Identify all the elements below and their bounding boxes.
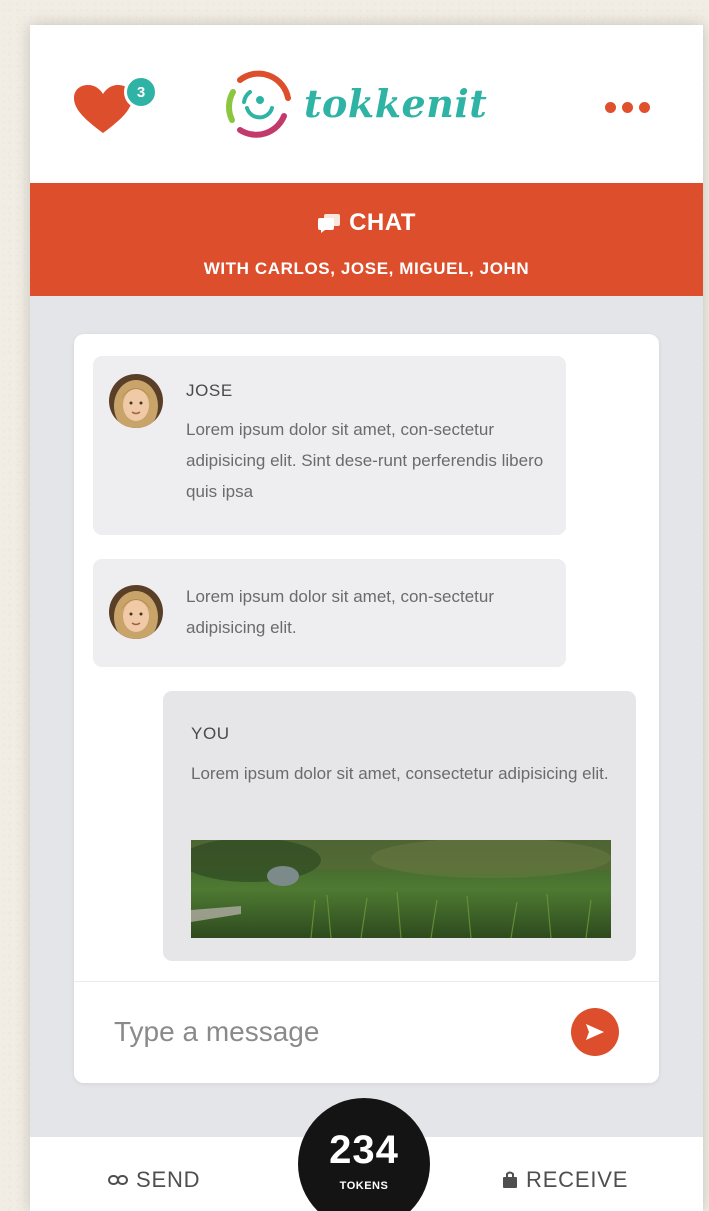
message-composer: [74, 981, 659, 1083]
message-bubble: JOSE Lorem ipsum dolor sit amet, con-sec…: [93, 356, 566, 535]
tokens-count: 234: [329, 1128, 399, 1172]
more-icon-dot: [639, 101, 650, 113]
more-icon-dot: [622, 101, 633, 113]
send-arrow-icon: [586, 1024, 604, 1040]
chat-header-bar: CHAT WITH CARLOS, JOSE, MIGUEL, JOHN: [30, 183, 703, 296]
receive-label: RECEIVE: [526, 1167, 629, 1192]
message-text: Lorem ipsum dolor sit amet, consectetur …: [191, 764, 609, 783]
message-text: Lorem ipsum dolor sit amet, con-sectetur…: [186, 420, 544, 501]
app-logo[interactable]: tokkenit: [220, 63, 520, 143]
message-text: Lorem ipsum dolor sit amet, con-sectetur…: [186, 587, 495, 637]
phone-screen: 3 tokkenit CHAT WITH CARLOS, JOSE, MIGUE…: [30, 25, 703, 1211]
send-tokens-button[interactable]: SEND: [108, 1167, 200, 1193]
avatar[interactable]: [109, 585, 163, 639]
message-sender: JOSE: [186, 381, 233, 400]
favorites-button[interactable]: 3: [72, 75, 158, 135]
send-message-button[interactable]: [571, 1008, 619, 1056]
app-header: 3 tokkenit: [30, 25, 703, 183]
avatar[interactable]: [109, 374, 163, 428]
favorites-count-badge: 3: [124, 75, 158, 109]
message-sender: YOU: [191, 724, 230, 743]
more-icon: [605, 101, 616, 113]
chat-title: CHAT: [30, 209, 703, 237]
bag-icon: [503, 1171, 517, 1188]
send-label: SEND: [136, 1167, 201, 1192]
message-input[interactable]: [114, 1006, 554, 1058]
tokens-label: TOKENS: [339, 1180, 389, 1192]
link-icon: [108, 1175, 128, 1185]
tokens-balance-button[interactable]: 234 TOKENS: [298, 1098, 430, 1211]
message-bubble-own: YOU Lorem ipsum dolor sit amet, consecte…: [163, 691, 636, 961]
logo-text: tokkenit: [304, 80, 488, 126]
chat-participants: WITH CARLOS, JOSE, MIGUEL, JOHN: [203, 259, 530, 278]
message-image[interactable]: [191, 840, 611, 938]
chat-card: JOSE Lorem ipsum dolor sit amet, con-sec…: [74, 334, 659, 1083]
more-options-button[interactable]: [605, 97, 657, 117]
message-bubble: Lorem ipsum dolor sit amet, con-sectetur…: [93, 559, 566, 667]
logo-icon: [226, 70, 291, 138]
chat-title-text: CHAT: [349, 209, 416, 236]
chat-icon: [318, 214, 341, 233]
receive-tokens-button[interactable]: RECEIVE: [502, 1167, 628, 1193]
